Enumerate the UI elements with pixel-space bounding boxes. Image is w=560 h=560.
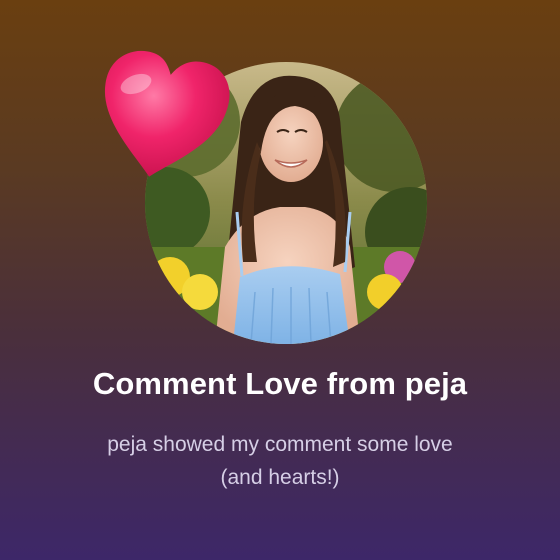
message-line-2: (and hearts!) [220, 466, 340, 489]
message-line-1: peja showed my comment some love [107, 433, 453, 456]
heart-icon [104, 50, 230, 177]
notification-message: peja showed my comment some love (and he… [60, 428, 500, 494]
notification-card: Comment Love from peja peja showed my co… [0, 0, 560, 560]
notification-title: Comment Love from peja [92, 366, 468, 401]
